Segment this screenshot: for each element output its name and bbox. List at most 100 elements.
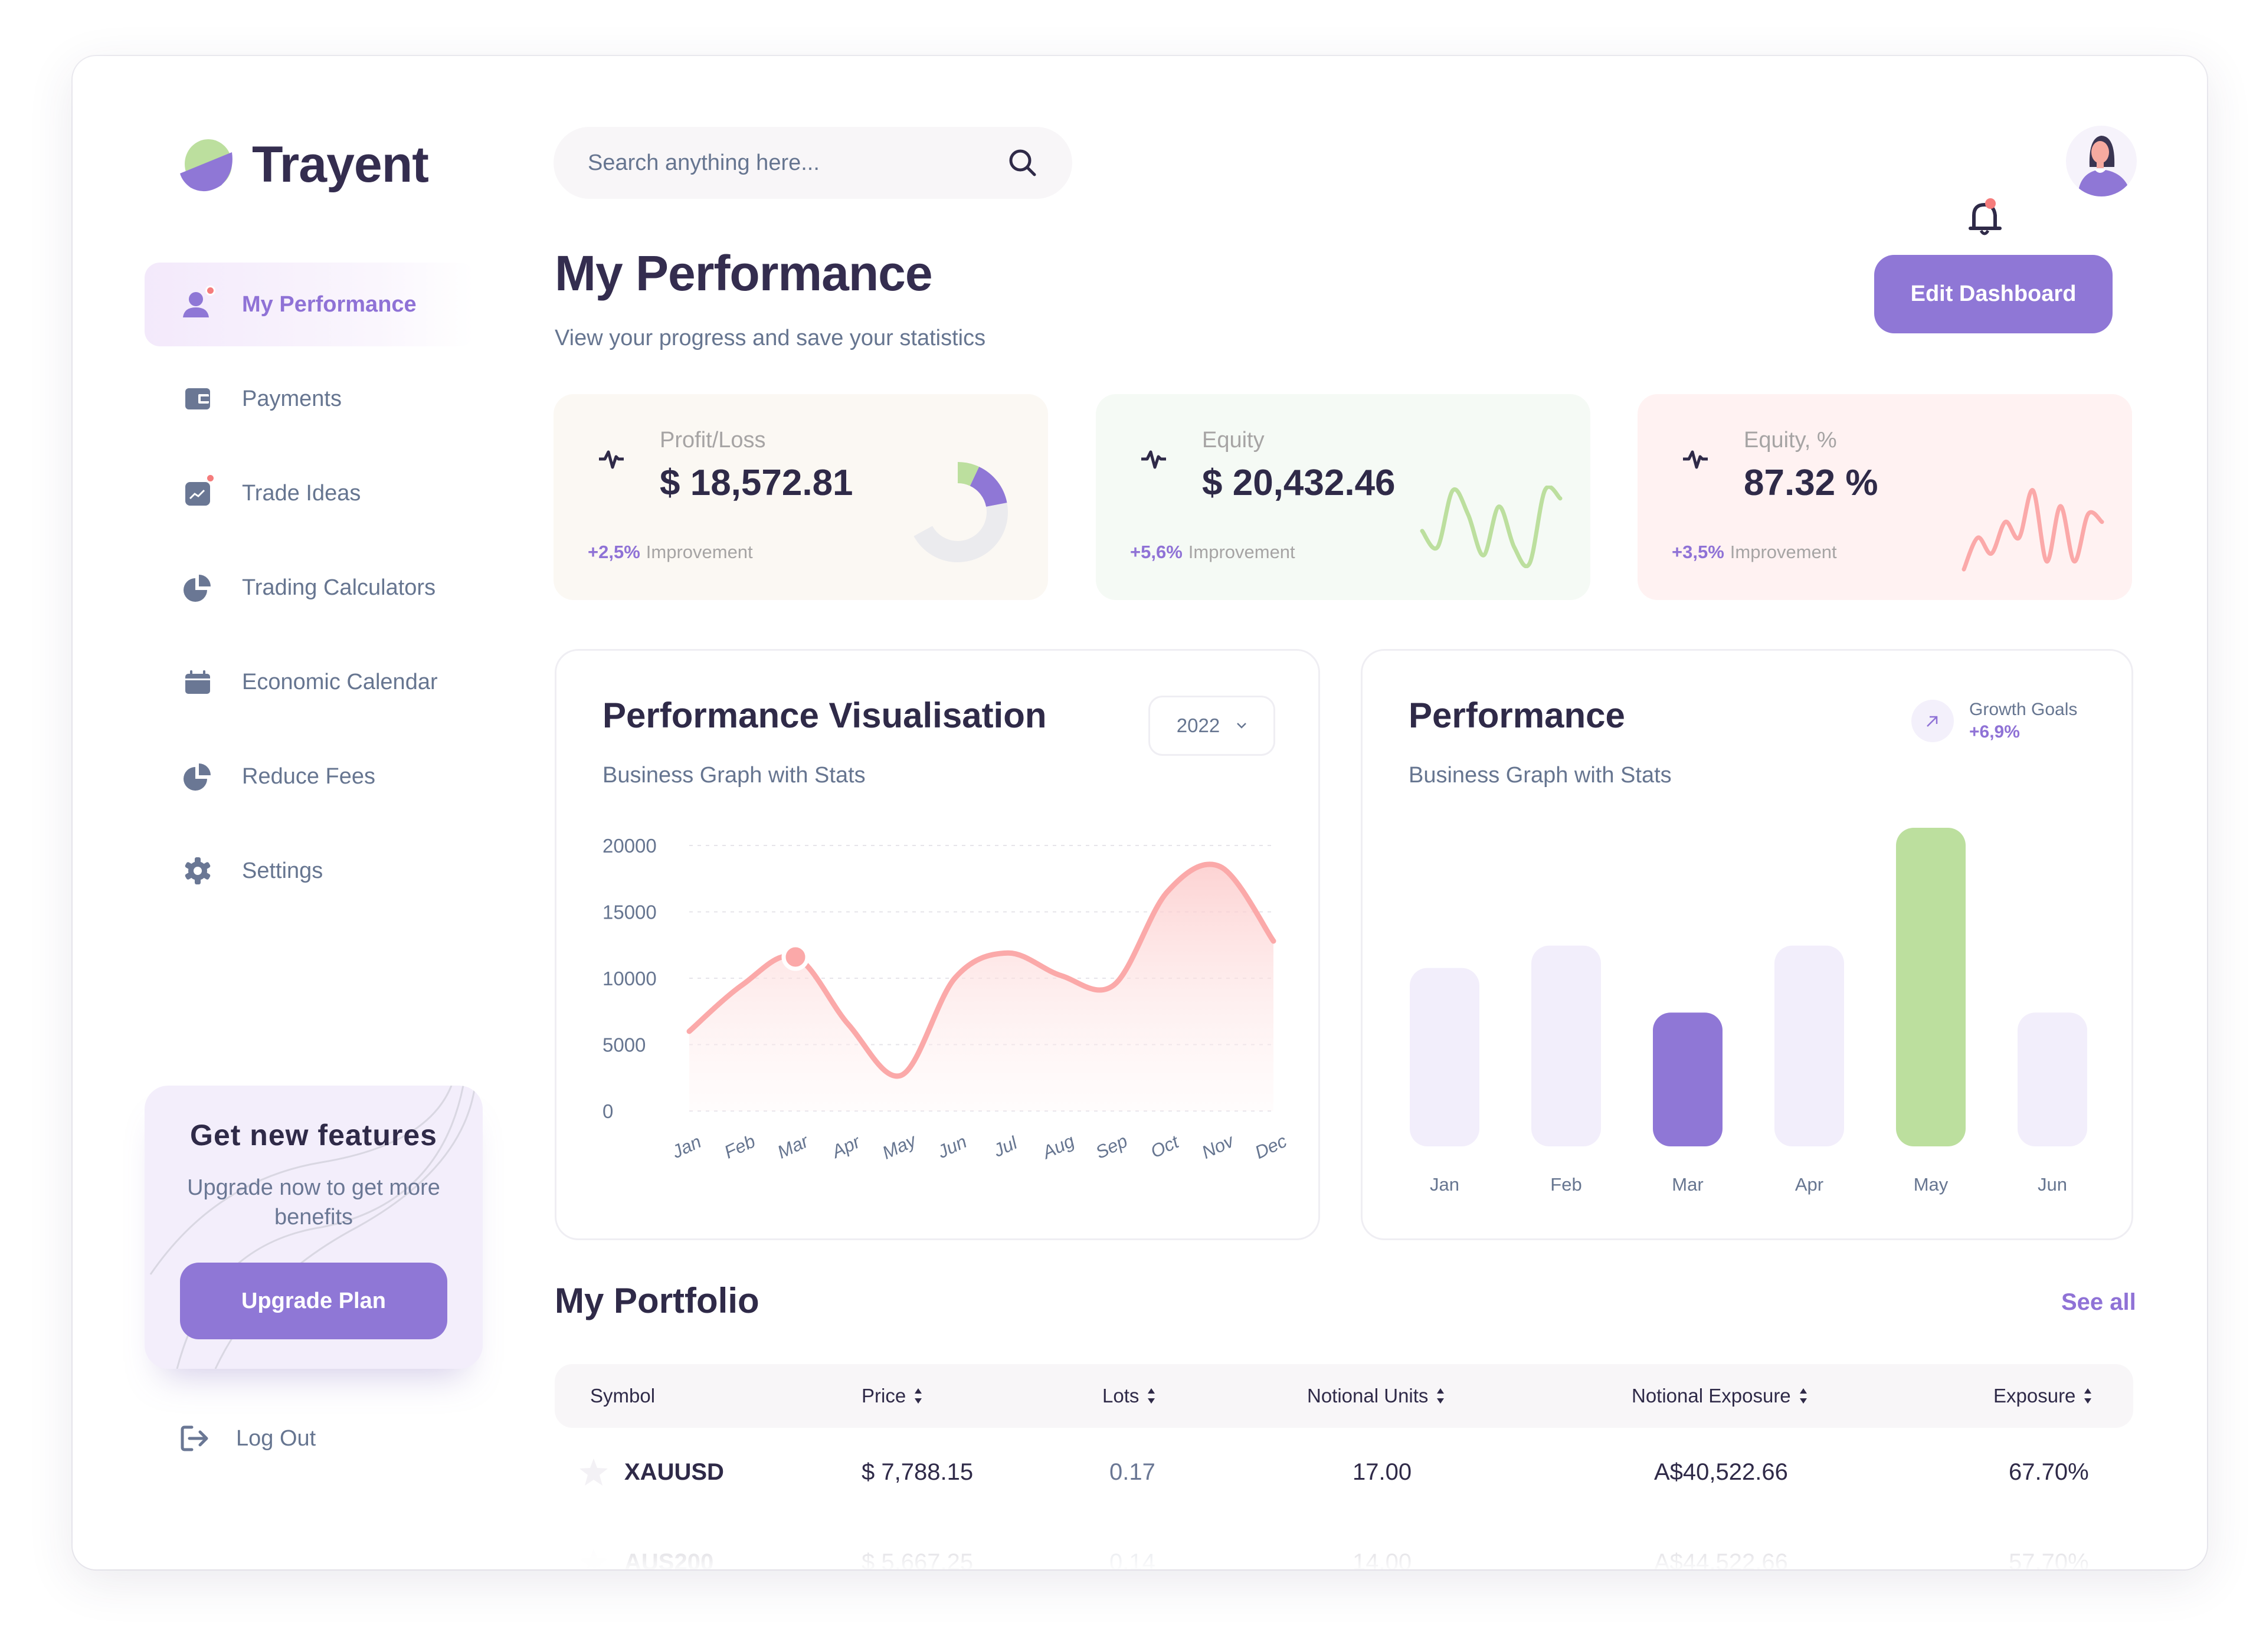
profit-donut-chart: [908, 462, 1008, 562]
bar-jun[interactable]: [2018, 1012, 2087, 1146]
column-header-price[interactable]: Price: [862, 1364, 922, 1428]
area-fill: [689, 864, 1273, 1111]
y-tick-label: 10000: [602, 968, 657, 989]
column-header-notional-exposure[interactable]: Notional Exposure: [1632, 1364, 1807, 1428]
x-tick-label: May: [879, 1129, 921, 1163]
edit-dashboard-button[interactable]: Edit Dashboard: [1874, 255, 2113, 333]
x-tick-label: May: [1914, 1174, 1949, 1195]
column-header-symbol[interactable]: Symbol: [590, 1364, 655, 1428]
app-window: Trayent My Performance Payments Trade Id…: [73, 56, 2207, 1569]
upgrade-subtitle: Upgrade now to get more benefits: [187, 1175, 440, 1230]
pulse-icon: [599, 450, 624, 469]
cell-symbol: XAUUSD: [624, 1458, 724, 1485]
search-icon[interactable]: [1007, 148, 1038, 178]
growth-value: +6,9%: [1969, 722, 2020, 742]
upgrade-title: Get new features: [190, 1119, 437, 1152]
x-tick-label: Feb: [1550, 1174, 1581, 1195]
sort-icon: [914, 1388, 922, 1404]
performance-visualisation-card: Performance Visualisation Business Graph…: [555, 649, 1320, 1240]
chart-subtitle: Business Graph with Stats: [1409, 763, 1672, 788]
notification-button[interactable]: [1968, 198, 2003, 239]
performance-bar-card: Performance Business Graph with Stats Gr…: [1361, 649, 2133, 1240]
x-tick-label: Aug: [1038, 1130, 1078, 1163]
logout-icon: [181, 1425, 208, 1451]
equity-sparkline: [1420, 486, 1563, 568]
cell-notional-exposure: A$40,522.66: [1654, 1458, 1788, 1485]
see-all-link[interactable]: See all: [2061, 1289, 2136, 1316]
chart-title: Performance Visualisation: [602, 696, 1047, 735]
upgrade-card: Get new features Upgrade now to get more…: [145, 1086, 483, 1369]
bar-mar[interactable]: [1653, 1012, 1723, 1146]
favorite-star-icon[interactable]: [578, 1521, 609, 1569]
sidebar-item-payments[interactable]: Payments: [145, 357, 475, 441]
x-tick-label: Nov: [1199, 1130, 1237, 1163]
arrow-up-right-icon: [1911, 700, 1954, 742]
upgrade-plan-button[interactable]: Upgrade Plan: [180, 1263, 447, 1339]
bar-apr[interactable]: [1774, 945, 1844, 1146]
column-header-notional-units[interactable]: Notional Units: [1307, 1364, 1445, 1428]
table-row[interactable]: XAUUSD $ 7,788.15 0.17 17.00 A$40,522.66…: [555, 1431, 2133, 1513]
growth-goals: Growth Goals +6,9%: [1911, 700, 2077, 742]
sort-icon: [2084, 1388, 2092, 1404]
wallet-icon: [180, 381, 215, 417]
brand-name: Trayent: [252, 136, 429, 193]
x-tick-label: Mar: [774, 1130, 813, 1163]
gear-icon: [180, 853, 215, 889]
x-tick-label: Jan: [669, 1131, 705, 1162]
sort-icon: [1436, 1388, 1445, 1404]
x-tick-label: Jun: [934, 1131, 970, 1162]
page-title: My Performance: [555, 245, 933, 301]
x-tick-label: Dec: [1252, 1130, 1290, 1163]
logout-button[interactable]: Log Out: [180, 1425, 316, 1452]
logo-icon: [180, 139, 233, 191]
cell-symbol: AUS200: [624, 1549, 714, 1570]
stat-value: 87.32 %: [1744, 463, 1878, 503]
y-tick-label: 5000: [602, 1034, 646, 1056]
table-row[interactable]: AUS200 $ 5,667.25 0.14 14.00 A$44,522.66…: [555, 1521, 2133, 1569]
cell-lots: 0.14: [1109, 1549, 1155, 1570]
column-header-lots[interactable]: Lots: [1102, 1364, 1155, 1428]
x-tick-label: Feb: [721, 1130, 758, 1162]
sidebar-item-settings[interactable]: Settings: [145, 829, 475, 913]
y-tick-label: 20000: [602, 835, 657, 857]
sparkline-path: [1962, 488, 2104, 572]
stat-card-equity-percent: Equity, % 87.32 % +3,5% Improvement: [1638, 394, 2132, 600]
cell-price: $ 5,667.25: [862, 1549, 974, 1570]
stat-label: Equity: [1202, 428, 1265, 453]
bar-may[interactable]: [1896, 828, 1966, 1146]
chevron-down-icon: [1237, 723, 1247, 729]
sort-icon: [1799, 1388, 1807, 1404]
sidebar-item-reduce-fees[interactable]: Reduce Fees: [145, 735, 475, 818]
year-dropdown[interactable]: 2022: [1148, 696, 1275, 756]
search-input[interactable]: [588, 150, 1007, 176]
sidebar-item-my-performance[interactable]: My Performance: [145, 263, 475, 346]
x-tick-label: Jan: [1430, 1174, 1459, 1195]
sidebar-item-economic-calendar[interactable]: Economic Calendar: [145, 640, 475, 724]
user-avatar[interactable]: [2066, 126, 2137, 196]
highlight-point[interactable]: [781, 943, 810, 971]
bell-icon: [1969, 198, 2002, 235]
equity-percent-sparkline: [1962, 488, 2104, 572]
sidebar-item-trading-calculators[interactable]: Trading Calculators: [145, 546, 475, 630]
cell-notional-exposure: A$44,522.66: [1654, 1549, 1788, 1570]
growth-label: Growth Goals: [1969, 700, 2078, 719]
stat-change: +2,5% Improvement: [588, 542, 753, 562]
chart-subtitle: Business Graph with Stats: [602, 763, 866, 788]
sort-icon: [1147, 1388, 1155, 1404]
cell-lots: 0.17: [1109, 1458, 1155, 1485]
cell-price: $ 7,788.15: [862, 1458, 974, 1485]
pie-chart-icon: [180, 570, 215, 605]
pulse-icon: [1141, 450, 1166, 469]
column-header-exposure[interactable]: Exposure: [1993, 1364, 2092, 1428]
cell-exposure: 57.70%: [2009, 1549, 2089, 1570]
search-bar: [554, 127, 1072, 199]
sidebar-item-trade-ideas[interactable]: Trade Ideas: [145, 451, 475, 535]
stat-change: +3,5% Improvement: [1672, 542, 1837, 562]
user-icon: [180, 286, 215, 322]
bar-feb[interactable]: [1531, 945, 1601, 1146]
x-tick-label: Apr: [827, 1131, 864, 1163]
favorite-star-icon[interactable]: [578, 1431, 609, 1513]
x-tick-label: Mar: [1672, 1174, 1703, 1195]
logo[interactable]: Trayent: [179, 136, 429, 194]
bar-jan[interactable]: [1410, 968, 1479, 1146]
